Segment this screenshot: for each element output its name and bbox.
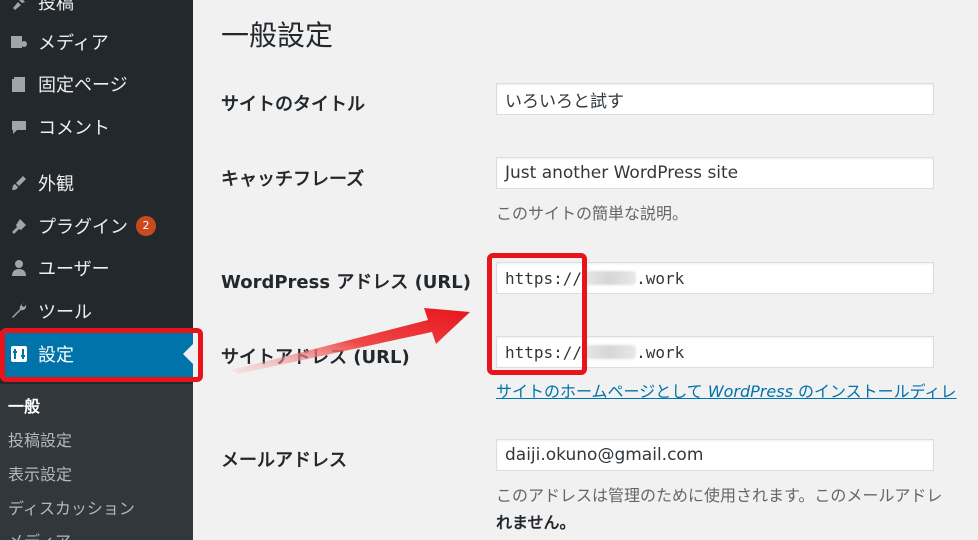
email-description: このアドレスは管理のために使用されます。このメールアドレ (496, 486, 943, 505)
settings-submenu: 一般 投稿設定 表示設定 ディスカッション メディア (0, 384, 193, 540)
sidebar-item-users[interactable]: ユーザー (0, 248, 193, 288)
email-description-strong: れません。 (496, 513, 576, 532)
comment-icon (0, 115, 38, 139)
url-scheme-highlight-box (487, 253, 587, 375)
submenu-item-reading[interactable]: 表示設定 (8, 461, 72, 485)
site-title-input[interactable]: いろいろと試す (496, 83, 934, 115)
brush-icon (0, 171, 38, 195)
submenu-item-discussion[interactable]: ディスカッション (8, 495, 135, 519)
admin-sidebar: 投稿 メディア 固定ページ コメント 外観 プラグイン 2 ユーザー ツール 設… (0, 0, 193, 540)
submenu-item-writing[interactable]: 投稿設定 (8, 427, 72, 451)
update-count-badge: 2 (136, 216, 156, 236)
email-label: メールアドレス (221, 450, 347, 471)
sidebar-item-media[interactable]: メディア (0, 22, 193, 62)
redacted-domain (582, 345, 637, 359)
sidebar-item-appearance[interactable]: 外観 (0, 163, 193, 203)
annotation-arrow (232, 308, 470, 374)
pin-icon (0, 0, 38, 14)
sidebar-item-posts[interactable]: 投稿 (0, 0, 193, 22)
sidebar-item-plugins[interactable]: プラグイン 2 (0, 206, 193, 246)
site-title-label: サイトのタイトル (221, 94, 365, 115)
sidebar-item-tools[interactable]: ツール (0, 291, 193, 331)
tagline-input[interactable]: Just another WordPress site (496, 157, 934, 189)
media-icon (0, 30, 38, 54)
sidebar-item-pages[interactable]: 固定ページ (0, 64, 193, 104)
sidebar-item-comments[interactable]: コメント (0, 107, 193, 147)
wrench-icon (0, 299, 38, 323)
page-icon (0, 72, 38, 96)
tagline-label: キャッチフレーズ (221, 169, 365, 190)
submenu-item-general[interactable]: 一般 (8, 393, 40, 417)
email-input[interactable]: daiji.okuno@gmail.com (496, 439, 934, 471)
page-title: 一般設定 (221, 19, 334, 52)
site-url-help-link[interactable]: サイトのホームページとして WordPress のインストールディレ (496, 378, 957, 402)
settings-highlight-box (0, 328, 203, 382)
tagline-description: このサイトの簡単な説明。 (496, 204, 689, 223)
redacted-domain (582, 271, 637, 285)
user-icon (0, 256, 38, 280)
plugin-icon (0, 214, 38, 238)
submenu-item-media[interactable]: メディア (8, 528, 71, 540)
